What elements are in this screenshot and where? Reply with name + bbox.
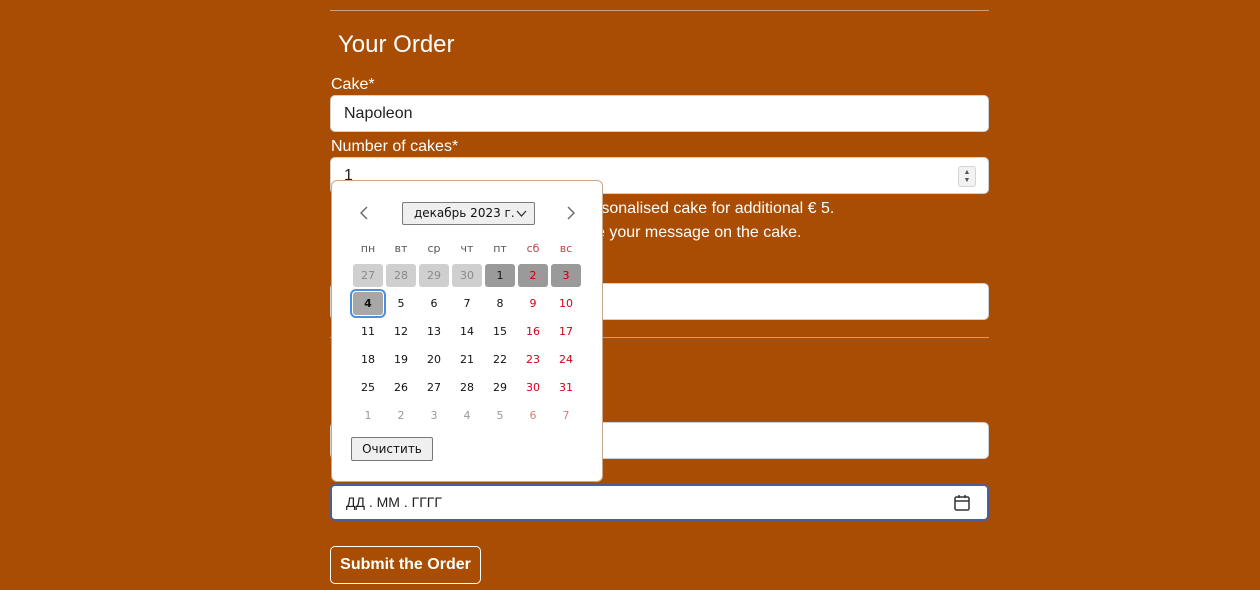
calendar-day[interactable]: 21 (452, 348, 482, 371)
calendar-day[interactable]: 24 (551, 348, 581, 371)
cake-value: Napoleon (344, 105, 413, 122)
calendar-day[interactable]: 3 (419, 404, 449, 427)
month-year-select[interactable]: декабрь 2023 г. (402, 202, 535, 225)
stepper-up-icon[interactable]: ▲ (964, 169, 971, 177)
calendar-day[interactable]: 12 (386, 320, 416, 343)
calendar-day[interactable]: 27 (353, 264, 383, 287)
cake-label: Cake* (331, 76, 375, 93)
calendar-day[interactable]: 30 (518, 376, 548, 399)
weekday-header: пн (360, 242, 376, 255)
calendar-day[interactable]: 8 (485, 292, 515, 315)
calendar-day[interactable]: 10 (551, 292, 581, 315)
calendar-day[interactable]: 18 (353, 348, 383, 371)
calendar-day[interactable]: 29 (485, 376, 515, 399)
calendar-day[interactable]: 3 (551, 264, 581, 287)
calendar-icon[interactable] (954, 494, 970, 511)
date-input[interactable]: ДД . ММ . ГГГГ (330, 484, 989, 521)
month-year-value: декабрь 2023 г. (414, 206, 515, 220)
calendar-day[interactable]: 16 (518, 320, 548, 343)
calendar-day[interactable]: 23 (518, 348, 548, 371)
next-month-icon[interactable] (561, 203, 581, 223)
calendar-day[interactable]: 7 (551, 404, 581, 427)
weekday-header: ср (427, 242, 441, 255)
personalise-info-text: rsonalised cake for additional € 5. (596, 200, 835, 217)
calendar-day[interactable]: 30 (452, 264, 482, 287)
calendar-day[interactable]: 22 (485, 348, 515, 371)
calendar-day[interactable]: 1 (485, 264, 515, 287)
weekday-header: пт (493, 242, 507, 255)
calendar-day[interactable]: 7 (452, 292, 482, 315)
calendar-day[interactable]: 14 (452, 320, 482, 343)
calendar-day[interactable]: 31 (551, 376, 581, 399)
stepper-down-icon[interactable]: ▼ (964, 177, 971, 185)
calendar-day[interactable]: 29 (419, 264, 449, 287)
calendar-day[interactable]: 26 (386, 376, 416, 399)
calendar-day[interactable]: 5 (485, 404, 515, 427)
calendar-day[interactable]: 19 (386, 348, 416, 371)
calendar-day[interactable]: 4 (350, 289, 386, 318)
weekday-header: вт (394, 242, 408, 255)
date-picker-popup: декабрь 2023 г. пн вт ср чт пт сб вс 27 28 29 30 1… (331, 180, 603, 482)
weekday-header: сб (526, 242, 540, 255)
calendar-day[interactable]: 15 (485, 320, 515, 343)
calendar-day[interactable]: 11 (353, 320, 383, 343)
calendar-day[interactable]: 5 (386, 292, 416, 315)
calendar-day[interactable]: 20 (419, 348, 449, 371)
calendar-day[interactable]: 17 (551, 320, 581, 343)
calendar-day[interactable]: 6 (518, 404, 548, 427)
calendar-day[interactable]: 9 (518, 292, 548, 315)
clear-button[interactable]: Очистить (351, 437, 433, 461)
submit-order-button[interactable]: Submit the Order (330, 546, 481, 584)
calendar-day[interactable]: 2 (386, 404, 416, 427)
calendar-day[interactable]: 13 (419, 320, 449, 343)
weekday-header: вс (559, 242, 573, 255)
previous-month-icon[interactable] (354, 203, 374, 223)
top-divider (330, 10, 989, 11)
calendar-day[interactable]: 2 (518, 264, 548, 287)
calendar-day[interactable]: 4 (452, 404, 482, 427)
number-of-cakes-label: Number of cakes* (331, 138, 459, 155)
calendar-day[interactable]: 1 (353, 404, 383, 427)
date-placeholder: ДД . ММ . ГГГГ (346, 494, 442, 510)
number-stepper[interactable]: ▲ ▼ (958, 166, 976, 187)
calendar-day[interactable]: 6 (419, 292, 449, 315)
calendar-day[interactable]: 25 (353, 376, 383, 399)
calendar-day[interactable]: 28 (386, 264, 416, 287)
calendar-day[interactable]: 28 (452, 376, 482, 399)
weekday-header: чт (460, 242, 474, 255)
cake-input[interactable]: Napoleon (330, 95, 989, 132)
chevron-down-icon (516, 210, 527, 217)
message-info-text: e your message on the cake. (596, 224, 802, 241)
calendar-day[interactable]: 27 (419, 376, 449, 399)
section-title: Your Order (338, 31, 455, 58)
